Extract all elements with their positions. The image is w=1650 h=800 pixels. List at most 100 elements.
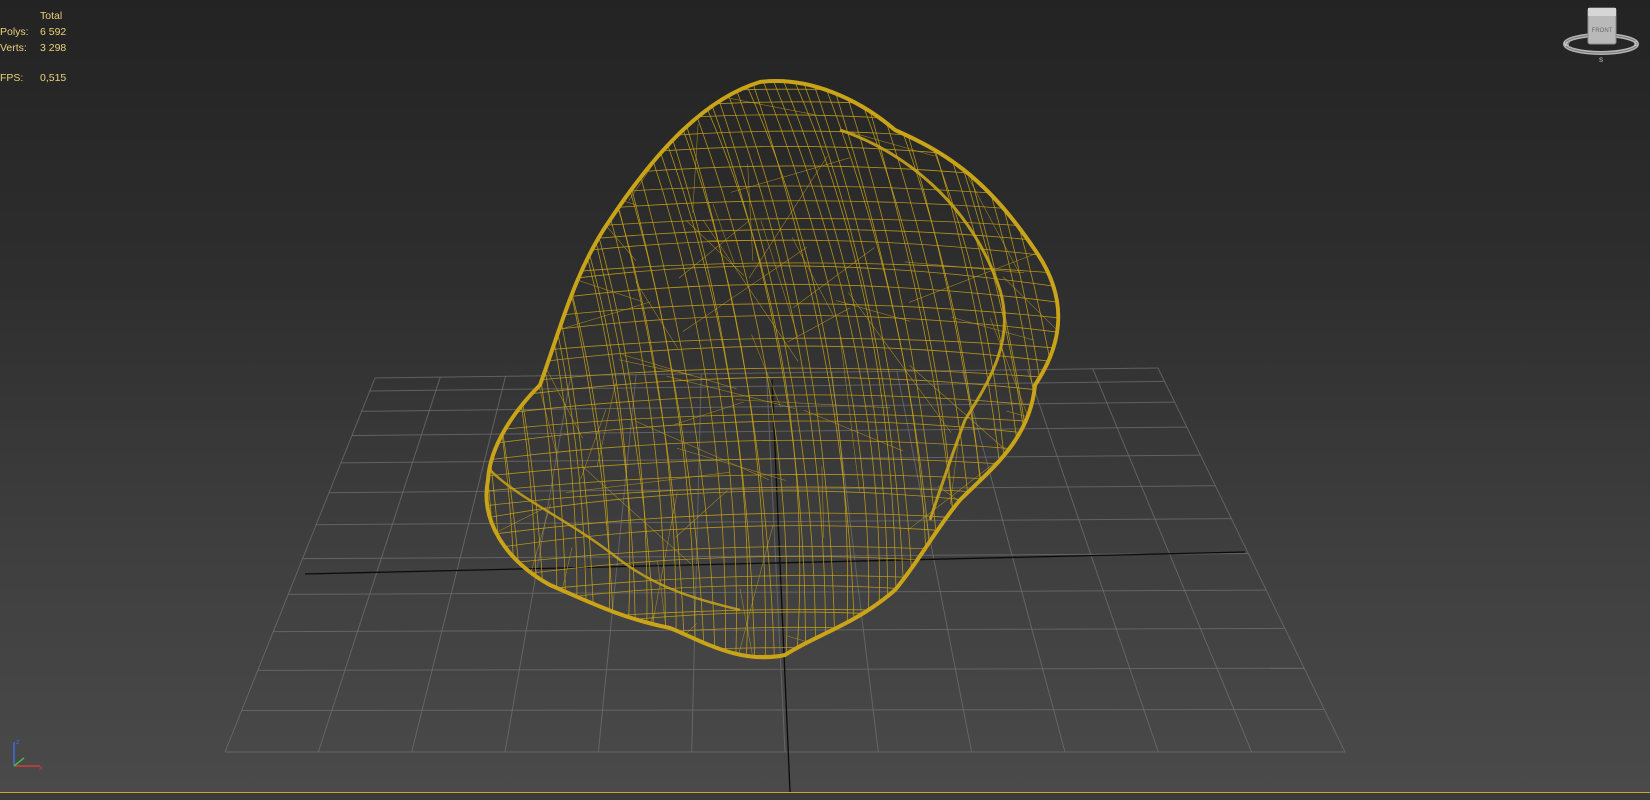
viewport-statistics: Total Polys: 6 592 Verts: 3 298 FPS: 0,515: [0, 8, 66, 86]
mesh-edge: [863, 75, 945, 80]
mesh-edge: [967, 176, 1021, 275]
mesh-edge: [584, 81, 696, 658]
mesh-edge: [954, 515, 966, 639]
ground-grid: [224, 367, 1346, 753]
mesh-edge: [1039, 81, 1059, 154]
fps-label: FPS:: [0, 72, 24, 84]
mesh-edge: [470, 362, 478, 422]
mesh-edge: [486, 341, 533, 390]
stats-header: Total: [40, 10, 63, 22]
grid-line: [961, 370, 1066, 753]
mesh-edge: [486, 81, 516, 658]
mesh-edge: [486, 81, 497, 658]
mesh-edge: [524, 81, 636, 658]
mesh-edge: [486, 283, 1059, 316]
viewport-bottom-border: [0, 792, 1650, 800]
polys-label: Polys:: [0, 26, 29, 38]
world-axis-y: [771, 379, 791, 792]
mesh-edge: [724, 81, 836, 658]
rock-wire-lines: [458, 75, 1059, 658]
mesh-edge: [486, 81, 546, 658]
grid-line: [597, 374, 637, 753]
mesh-edge: [848, 292, 952, 433]
fps-value: 0,515: [40, 72, 67, 84]
mesh-edge: [537, 266, 642, 302]
grid-line: [241, 708, 1325, 712]
verts-value: 3 298: [40, 42, 67, 54]
mesh-edge: [635, 281, 679, 349]
axis-tripod-icon: z x: [13, 739, 43, 772]
mesh-edge: [542, 547, 573, 658]
grid-line: [1027, 369, 1159, 753]
mesh-edge: [614, 639, 722, 658]
mesh-edge: [486, 303, 1059, 331]
compass-west-label: W: [1564, 42, 1570, 48]
grid-line: [411, 376, 506, 753]
mesh-edge: [1004, 473, 1059, 608]
mesh-edge: [503, 224, 506, 348]
mesh-edge: [937, 485, 1058, 574]
mesh-edge: [486, 81, 567, 658]
compass-south-label: S: [1599, 58, 1603, 64]
rock-wireframe-mesh[interactable]: [385, 60, 1152, 792]
world-axes: [304, 379, 1246, 792]
mesh-edge: [486, 81, 506, 658]
mesh-edge: [1045, 378, 1059, 391]
mesh-edge: [486, 408, 488, 523]
polys-value: 6 592: [40, 26, 67, 38]
mesh-edge: [486, 81, 578, 658]
mesh-edge: [892, 81, 984, 119]
mesh-edge: [908, 251, 1040, 303]
mesh-edge: [486, 130, 1059, 166]
mesh-edge: [486, 81, 558, 658]
mesh-edge: [486, 542, 496, 545]
mesh-edge: [786, 635, 886, 658]
mesh-edge: [904, 261, 1025, 274]
mesh-edge: [1050, 605, 1059, 658]
mesh-edge: [514, 81, 631, 658]
mesh-edge: [730, 157, 850, 193]
mesh-edge: [694, 81, 806, 658]
mesh-edge: [486, 101, 1059, 136]
mesh-edge: [486, 81, 537, 658]
viewcube-icon[interactable]: FRONT W E S: [1560, 6, 1642, 66]
mesh-edge: [501, 504, 551, 658]
perspective-viewport[interactable]: Total Polys: 6 592 Verts: 3 298 FPS: 0,515 …: [0, 0, 1650, 792]
mesh-edge: [714, 81, 826, 658]
mesh-edge: [973, 642, 1011, 658]
mesh-edge: [458, 256, 482, 319]
mesh-edge: [941, 520, 980, 658]
mesh-edge: [574, 623, 697, 658]
mesh-edge: [518, 156, 609, 201]
mesh-edge: [486, 81, 571, 158]
grid-line: [691, 373, 702, 753]
mesh-edge: [596, 383, 616, 468]
mesh-edge: [657, 560, 673, 658]
mesh-edge: [486, 265, 1059, 301]
compass-east-label: E: [1634, 42, 1638, 48]
mesh-edge: [635, 420, 769, 480]
tripod-z-label: z: [16, 739, 20, 746]
mesh-edge: [486, 337, 1059, 361]
mesh-edge: [486, 81, 551, 196]
mesh-edge: [674, 401, 744, 425]
mesh-edge: [512, 166, 638, 206]
mesh-edge: [675, 490, 728, 538]
mesh-edge: [990, 318, 1047, 464]
mesh-edge: [504, 81, 616, 658]
mesh-edge: [486, 81, 596, 658]
grid-line: [1157, 367, 1346, 753]
verts-label: Verts:: [0, 42, 27, 54]
scene-render[interactable]: [0, 0, 1650, 792]
viewcube-face-label[interactable]: FRONT: [1592, 28, 1613, 34]
rock-silhouette: [484, 79, 1061, 660]
grid-line: [224, 377, 376, 753]
mesh-edge: [486, 216, 571, 255]
mesh-edge: [486, 81, 526, 658]
mesh-edge: [544, 81, 656, 658]
mesh-edge: [666, 375, 796, 409]
mesh-edge: [754, 81, 870, 658]
mesh-edge: [704, 81, 816, 658]
mesh-edge: [747, 163, 754, 261]
mesh-edge: [909, 365, 1012, 455]
